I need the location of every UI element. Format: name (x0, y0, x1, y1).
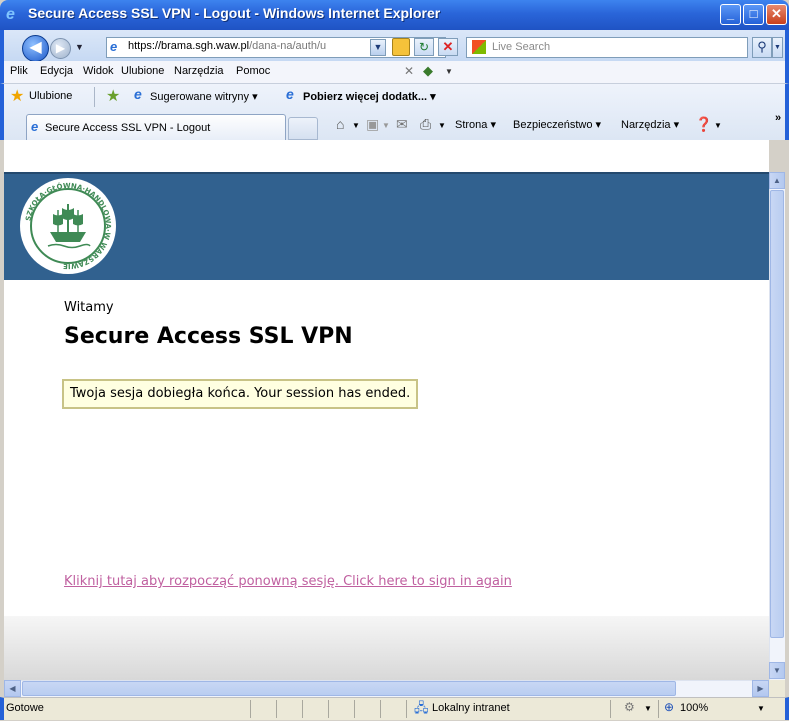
history-dropdown-icon[interactable]: ▼ (75, 42, 84, 52)
search-button[interactable]: ⚲ (752, 37, 772, 58)
tools-menu[interactable]: Narzędzia ▾ (621, 118, 679, 131)
status-separator (302, 700, 303, 718)
status-separator (380, 700, 381, 718)
close-button[interactable]: ✕ (766, 4, 787, 25)
address-url[interactable]: https://brama.sgh.waw.pl/dana-na/auth/u (128, 40, 364, 52)
back-button[interactable]: ◀ (22, 35, 49, 62)
add-favorite-icon[interactable]: ★ (106, 86, 120, 106)
security-zone-label[interactable]: Lokalny intranet (432, 702, 510, 714)
translate-icon[interactable]: ◆ (423, 63, 433, 79)
page-icon: e (110, 39, 118, 54)
content-top-spacer (4, 140, 769, 172)
safety-menu[interactable]: Bezpieczeństwo ▾ (513, 118, 601, 131)
url-host: https://brama.sgh.waw.pl (128, 40, 250, 52)
page-menu[interactable]: Strona ▾ (455, 118, 496, 131)
suggested-sites-button[interactable]: Sugerowane witryny ▾ (150, 90, 258, 103)
scroll-right-button[interactable]: ▶ (752, 680, 769, 697)
status-separator (658, 700, 659, 718)
addons-icon: e (286, 86, 294, 102)
horizontal-scroll-thumb[interactable] (22, 681, 676, 696)
favorites-star-icon[interactable]: ★ (10, 86, 24, 106)
svg-text:SZKOŁA·GŁÓWNA·HANDLOWA·W WARSZ: SZKOŁA·GŁÓWNA·HANDLOWA·W WARSZAWIE (24, 181, 112, 270)
header-banner (4, 172, 769, 280)
page-title: Secure Access SSL VPN (64, 324, 353, 349)
menu-view[interactable]: Widok (83, 65, 114, 77)
feeds-icon[interactable]: ▣ (366, 116, 379, 133)
menu-help[interactable]: Pomoc (236, 65, 270, 77)
menu-edit[interactable]: Edycja (40, 65, 73, 77)
status-text: Gotowe (6, 702, 44, 714)
home-dropdown-icon[interactable]: ▼ (352, 121, 360, 130)
search-options-dropdown[interactable]: ▼ (772, 37, 783, 58)
help-icon[interactable]: ❓ (695, 116, 712, 133)
search-placeholder: Live Search (492, 41, 551, 53)
protected-mode-dropdown-icon[interactable]: ▼ (644, 704, 652, 713)
tab-page-icon: e (31, 119, 39, 134)
menu-bar (0, 61, 789, 84)
help-dropdown-icon[interactable]: ▼ (714, 121, 722, 130)
more-commands-chevron[interactable]: » (775, 112, 781, 124)
tab-label: Secure Access SSL VPN - Logout (45, 122, 211, 134)
menu-favorites[interactable]: Ulubione (121, 65, 164, 77)
favorites-button[interactable]: Ulubione (29, 90, 72, 102)
minimize-button[interactable]: _ (720, 4, 741, 25)
print-icon[interactable]: ⎙ (420, 116, 431, 133)
translate-dropdown-icon[interactable]: ▼ (445, 67, 453, 76)
status-separator (328, 700, 329, 718)
stop-button[interactable]: ✕ (438, 38, 458, 56)
refresh-button[interactable]: ↻ (414, 38, 434, 56)
print-dropdown-icon[interactable]: ▼ (438, 121, 446, 130)
page-footer (4, 616, 769, 680)
zoom-dropdown-icon[interactable]: ▼ (757, 704, 765, 713)
suggested-sites-icon: e (134, 86, 142, 102)
protected-mode-icon[interactable]: ⚙ (624, 700, 635, 714)
zoom-icon[interactable]: ⊕ (664, 700, 674, 714)
menu-file[interactable]: Plik (10, 65, 28, 77)
separator (94, 87, 95, 107)
vertical-scroll-thumb[interactable] (770, 190, 784, 638)
forward-button[interactable]: ▶ (50, 38, 71, 59)
session-ended-message: Twoja sesja dobiegła końca. Your session… (62, 379, 419, 409)
menu-tools[interactable]: Narzędzia (174, 65, 224, 77)
feeds-dropdown-icon[interactable]: ▼ (382, 121, 390, 130)
welcome-text: Witamy (64, 300, 114, 315)
close-menu-icon[interactable]: ✕ (404, 64, 414, 78)
scroll-left-button[interactable]: ◀ (4, 680, 21, 697)
status-separator (276, 700, 277, 718)
status-separator (406, 700, 407, 718)
status-separator (354, 700, 355, 718)
scroll-down-button[interactable]: ▼ (769, 662, 785, 679)
logo-lettering: SZKOŁA·GŁÓWNA·HANDLOWA·W WARSZAWIE (24, 181, 112, 270)
status-separator (610, 700, 611, 718)
get-more-addons-button[interactable]: Pobierz więcej dodatk... ▾ (303, 90, 436, 103)
url-path: /dana-na/auth/u (249, 40, 327, 52)
scroll-up-button[interactable]: ▲ (769, 172, 785, 189)
live-search-icon (472, 40, 486, 54)
address-dropdown-button[interactable]: ▼ (370, 39, 386, 56)
lock-icon[interactable] (392, 38, 410, 56)
sign-in-again-link[interactable]: Kliknij tutaj aby rozpocząć ponowną sesj… (64, 574, 512, 589)
status-separator (250, 700, 251, 718)
mail-icon[interactable]: ✉ (396, 116, 408, 133)
window-title: Secure Access SSL VPN - Logout - Windows… (28, 5, 441, 21)
maximize-button[interactable]: □ (743, 4, 764, 25)
ie-logo-icon: e (6, 6, 15, 23)
new-tab-button[interactable] (288, 117, 318, 140)
zoom-level[interactable]: 100% (680, 702, 708, 714)
scroll-corner (769, 680, 785, 697)
intranet-zone-icon[interactable]: 🖧 (414, 699, 429, 721)
home-icon[interactable]: ⌂ (336, 116, 344, 132)
